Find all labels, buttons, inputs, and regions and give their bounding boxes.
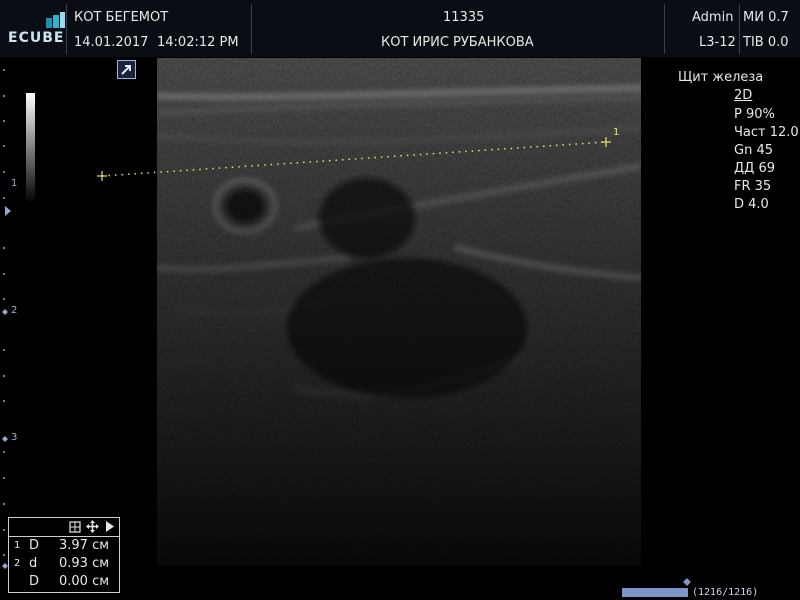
measurement-value: 3.97 см bbox=[59, 538, 110, 553]
cine-marker-icon[interactable] bbox=[683, 578, 691, 586]
caliper-label: 1 bbox=[613, 127, 620, 138]
play-icon[interactable] bbox=[105, 520, 115, 533]
measurement-panel: 1 D 3.97 см 2 d 0.93 см D 0.00 см bbox=[8, 517, 120, 593]
measurement-toolbar bbox=[9, 518, 119, 537]
dynamic-range-value: ДД 69 bbox=[734, 161, 775, 176]
cine-frame-counter: (1216/1216) bbox=[692, 587, 759, 598]
preset-name[interactable]: Щит железа bbox=[678, 70, 763, 85]
gain-value: Gn 45 bbox=[734, 143, 773, 158]
measurement-label: d bbox=[29, 556, 38, 571]
measurement-label: D bbox=[29, 538, 40, 553]
caliper-overlay bbox=[97, 137, 611, 181]
measurement-index: 1 bbox=[14, 540, 21, 551]
frequency-value: Част 12.0 bbox=[734, 125, 799, 140]
measurement-index: 2 bbox=[14, 558, 21, 569]
caliper-start-icon bbox=[97, 171, 107, 181]
caliper-end-icon bbox=[601, 137, 611, 147]
depth-value: D 4.0 bbox=[734, 197, 769, 212]
measurement-row: 2 d 0.93 см bbox=[9, 556, 119, 574]
move-icon[interactable] bbox=[86, 520, 99, 533]
measurement-value: 0.93 см bbox=[59, 556, 110, 571]
measurement-value: 0.00 см bbox=[59, 574, 110, 589]
grid-icon[interactable] bbox=[69, 521, 81, 533]
mode-label: 2D bbox=[734, 88, 753, 103]
caliper-line bbox=[101, 141, 607, 177]
measurement-row: 1 D 3.97 см bbox=[9, 538, 119, 556]
frame-rate-value: FR 35 bbox=[734, 179, 772, 194]
measurement-row: D 0.00 см bbox=[9, 574, 119, 592]
measurement-label: D bbox=[29, 574, 40, 589]
cine-progress-bar[interactable] bbox=[622, 588, 688, 597]
power-value: P 90% bbox=[734, 107, 775, 122]
